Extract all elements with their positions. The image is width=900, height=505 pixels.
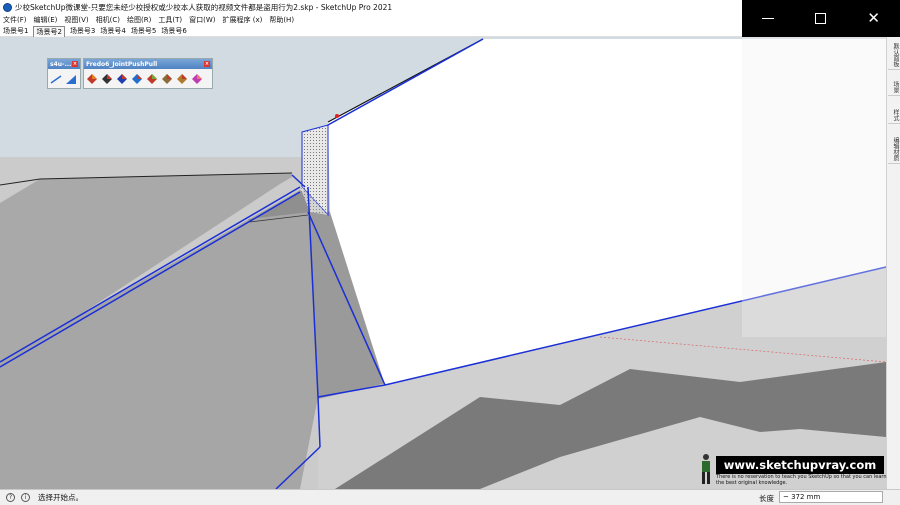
info-icon[interactable]: i: [21, 493, 30, 502]
watermark-tagline: There is no reservation to teach you Ske…: [716, 474, 887, 486]
menu-bar: 文件(F) 编辑(E) 视图(V) 相机(C) 绘图(R) 工具(T) 窗口(W…: [0, 14, 742, 26]
joint-pushpull-icon[interactable]: [86, 73, 98, 85]
menu-file[interactable]: 文件(F): [3, 15, 27, 25]
watermark-person-figure: [698, 453, 714, 485]
scene-tabs: 场景号1 场景号2 场景号3 场景号4 场景号5 场景号6: [0, 25, 742, 37]
sketchup-app-icon: [3, 2, 12, 12]
extrude-pushpull-icon[interactable]: [131, 73, 143, 85]
vector-pushpull-icon[interactable]: [101, 73, 113, 85]
menu-tools[interactable]: 工具(T): [158, 15, 182, 25]
redo-pushpull-icon[interactable]: [176, 73, 188, 85]
geolocation-icon[interactable]: ?: [6, 493, 15, 502]
title-bar: 少校SketchUp微课堂-只要您未经少校授权或少校本人获取的视频文件都是盗用行…: [0, 0, 742, 14]
tab-scene-6[interactable]: 场景号6: [161, 26, 186, 36]
menu-help[interactable]: 帮助(H): [269, 15, 294, 25]
option-pushpull-icon[interactable]: [191, 73, 203, 85]
maximize-icon: [815, 13, 827, 24]
fredo-toolbar-close-icon[interactable]: ×: [204, 61, 210, 67]
undo-pushpull-icon[interactable]: [161, 73, 173, 85]
window-controls: ✕: [742, 0, 900, 37]
status-hint: 选择开始点。: [38, 493, 83, 502]
tray-tab-strip: 默认面板 场景 样式 编辑材质: [886, 37, 900, 489]
inference-point: [335, 114, 339, 118]
fredo-toolbar-title: Fredo6_JointPushPull: [86, 60, 158, 68]
window-title: 少校SketchUp微课堂-只要您未经少校授权或少校本人获取的视频文件都是盗用行…: [15, 2, 393, 12]
follow-pushpull-icon[interactable]: [146, 73, 158, 85]
normal-pushpull-icon[interactable]: [116, 73, 128, 85]
status-bar: ? i 选择开始点。 长度 ~ 372 mm: [0, 489, 900, 505]
s4u-toolbar-header[interactable]: s4u-... ×: [48, 59, 80, 69]
s4u-toolbar: s4u-... ×: [47, 58, 81, 89]
fredo-toolbar-header[interactable]: Fredo6_JointPushPull ×: [84, 59, 212, 69]
s4u-line-icon[interactable]: [50, 73, 62, 85]
s4u-slope-icon[interactable]: [65, 73, 77, 85]
menu-extensions[interactable]: 扩展程序 (x): [222, 15, 262, 25]
tab-scene-2[interactable]: 场景号2: [33, 25, 65, 37]
minimize-button[interactable]: [748, 4, 788, 34]
fredo-jointpushpull-toolbar: Fredo6_JointPushPull ×: [83, 58, 213, 89]
menu-edit[interactable]: 编辑(E): [34, 15, 58, 25]
tray-tab-materials[interactable]: 编辑材质: [888, 135, 900, 164]
close-button[interactable]: ✕: [854, 4, 894, 34]
tab-scene-4[interactable]: 场景号4: [100, 26, 125, 36]
maximize-button[interactable]: [801, 4, 841, 34]
tab-scene-5[interactable]: 场景号5: [131, 26, 156, 36]
tray-tab-scenes[interactable]: 场景: [888, 79, 900, 96]
tray-tab-default[interactable]: 默认面板: [888, 41, 900, 70]
minimize-icon: [762, 17, 775, 20]
tab-scene-1[interactable]: 场景号1: [3, 26, 28, 36]
close-icon: ✕: [867, 9, 880, 27]
tray-tab-styles[interactable]: 样式: [888, 107, 900, 124]
watermark-url: www.sketchupvray.com: [716, 456, 884, 474]
s4u-toolbar-close-icon[interactable]: ×: [72, 61, 78, 67]
menu-window[interactable]: 窗口(W): [189, 15, 215, 25]
menu-view[interactable]: 视图(V): [64, 15, 88, 25]
menu-draw[interactable]: 绘图(R): [127, 15, 151, 25]
s4u-toolbar-title: s4u-...: [50, 60, 72, 68]
measurements-input[interactable]: ~ 372 mm: [779, 491, 883, 503]
menu-camera[interactable]: 相机(C): [96, 15, 120, 25]
measurements-label: 长度: [759, 494, 774, 503]
default-tray-panel: [742, 37, 886, 337]
tab-scene-3[interactable]: 场景号3: [70, 26, 95, 36]
